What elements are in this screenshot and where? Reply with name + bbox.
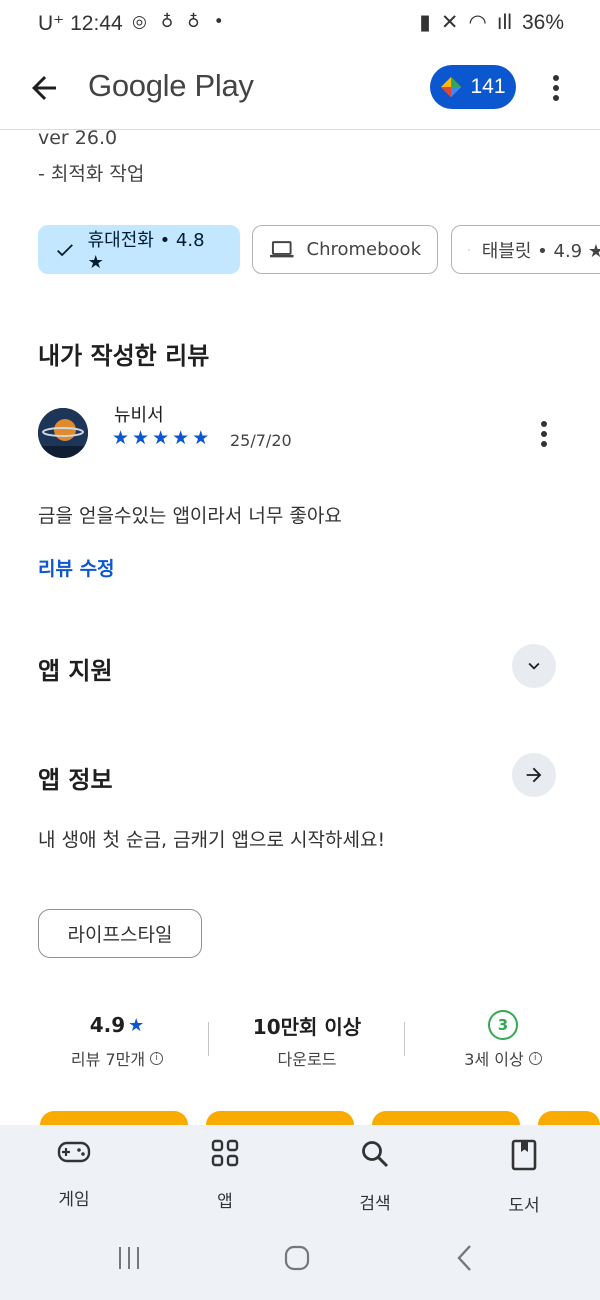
chip-tablet-label: 태블릿 • 4.9 ★ xyxy=(481,240,600,262)
chip-chromebook[interactable]: Chromebook xyxy=(252,225,438,274)
avatar xyxy=(38,408,88,458)
my-review-heading: 내가 작성한 리뷰 xyxy=(38,342,210,370)
carrier-label: U⁺ xyxy=(38,12,65,35)
category-tag[interactable]: 라이프스타일 xyxy=(38,909,202,958)
back-arrow-icon[interactable] xyxy=(26,70,62,106)
star-icon: ★ xyxy=(128,1014,145,1036)
nav-search-label: 검색 xyxy=(359,1194,391,1214)
clock: 12:44 xyxy=(70,12,123,35)
tablet-icon xyxy=(468,248,470,251)
star-icon: ★ xyxy=(152,427,170,449)
age-rating-label: 3세 이상 xyxy=(464,1050,524,1069)
laptop-icon xyxy=(269,240,294,257)
app-description: 내 생애 첫 순금, 금캐기 앱으로 시작하세요! xyxy=(38,829,386,851)
more-notifications-dot-icon: • xyxy=(213,12,224,32)
chip-chromebook-label: Chromebook xyxy=(306,239,421,260)
system-back-icon[interactable] xyxy=(454,1243,476,1273)
wifi-icon: ◠ xyxy=(468,11,487,34)
chip-phone[interactable]: 휴대전화 • 4.8 ★ xyxy=(38,225,240,274)
nav-apps-label: 앱 xyxy=(217,1192,233,1212)
status-time: U⁺ 12:44 xyxy=(38,11,123,36)
nav-books[interactable]: 도서 xyxy=(469,1139,579,1216)
book-icon xyxy=(511,1139,537,1171)
app-info-button[interactable] xyxy=(512,753,556,797)
play-points-button[interactable]: 141 xyxy=(430,65,516,109)
star-icon: ★ xyxy=(132,427,150,449)
review-more-options-icon[interactable] xyxy=(532,418,556,450)
review-stars: ★ ★ ★ ★ ★ xyxy=(112,427,209,449)
info-icon[interactable]: i xyxy=(150,1051,164,1065)
nav-search[interactable]: 검색 xyxy=(320,1139,430,1214)
battery-text: 36% xyxy=(521,10,564,34)
search-icon xyxy=(362,1141,389,1168)
divider xyxy=(404,1022,405,1056)
nav-games-label: 게임 xyxy=(58,1190,90,1210)
star-icon: ★ xyxy=(192,427,210,449)
system-status: ▮ ✕ ◠ ıll 36% xyxy=(419,10,564,35)
points-count: 141 xyxy=(470,75,506,98)
play-points-icon xyxy=(441,77,462,97)
info-icon[interactable]: i xyxy=(528,1051,542,1065)
downloads-label: 다운로드 xyxy=(277,1050,337,1069)
star-icon: ★ xyxy=(172,427,190,449)
downloads-stat: 10만회 이상 다운로드 xyxy=(222,1008,392,1070)
more-options-icon[interactable] xyxy=(544,70,568,106)
nav-games[interactable]: 게임 xyxy=(19,1139,129,1210)
check-icon xyxy=(57,243,73,256)
app-title: Google Play xyxy=(88,68,254,103)
notification-icons: ◎ ♁ ♁ • xyxy=(132,12,224,32)
sim-icon: ▮ xyxy=(419,11,431,34)
status-bar: U⁺ 12:44 ◎ ♁ ♁ • ▮ ✕ ◠ ıll 36% xyxy=(0,0,600,46)
star-icon: ★ xyxy=(112,427,130,449)
bottom-navigation: 게임 앱 검색 도서 xyxy=(0,1125,600,1300)
app-bar: Google Play 141 xyxy=(0,50,600,130)
mute-icon: ✕ xyxy=(440,11,459,34)
instagram-icon: ◎ xyxy=(132,12,147,32)
edit-review-link[interactable]: 리뷰 수정 xyxy=(38,554,115,581)
app-info-heading: 앱 정보 xyxy=(38,766,113,794)
release-note-item: - 최적화 작업 xyxy=(38,163,145,185)
reviewer-name: 뉴비서 xyxy=(114,405,164,426)
chip-phone-label: 휴대전화 • 4.8 ★ xyxy=(87,230,205,273)
rating-value: 4.9 xyxy=(89,1013,126,1037)
recent-apps-icon[interactable] xyxy=(116,1243,142,1273)
chevron-down-icon xyxy=(528,662,540,670)
app-notification-icon: ♁ xyxy=(160,12,174,32)
nav-apps[interactable]: 앱 xyxy=(170,1139,280,1212)
rating-stat: 4.9 ★ 리뷰 7만개 i xyxy=(32,1008,202,1070)
age-rating-icon: 3 xyxy=(488,1010,518,1040)
nav-books-label: 도서 xyxy=(508,1196,540,1216)
review-date: 25/7/20 xyxy=(230,431,292,450)
release-notes: ver 26.0 - 최적화 작업 xyxy=(38,120,144,192)
app-support-heading: 앱 지원 xyxy=(38,657,113,685)
apps-grid-icon xyxy=(211,1139,239,1167)
arrow-right-icon xyxy=(526,767,542,783)
age-rating-stat: 3 3세 이상 i xyxy=(418,1008,588,1070)
app-support-expand-button[interactable] xyxy=(512,644,556,688)
divider xyxy=(208,1022,209,1056)
downloads-value: 10만회 이상 xyxy=(252,1014,362,1039)
gamepad-icon xyxy=(57,1141,91,1163)
review-text: 금을 얻을수있는 앱이라서 너무 좋아요 xyxy=(38,505,342,527)
reviews-count: 리뷰 7만개 xyxy=(70,1050,146,1069)
home-icon[interactable] xyxy=(283,1243,311,1273)
signal-icon: ıll xyxy=(496,10,512,34)
app-notification-icon: ♁ xyxy=(187,12,200,32)
avatar-image xyxy=(38,408,88,458)
chip-tablet[interactable]: 태블릿 • 4.9 ★ xyxy=(451,225,600,274)
